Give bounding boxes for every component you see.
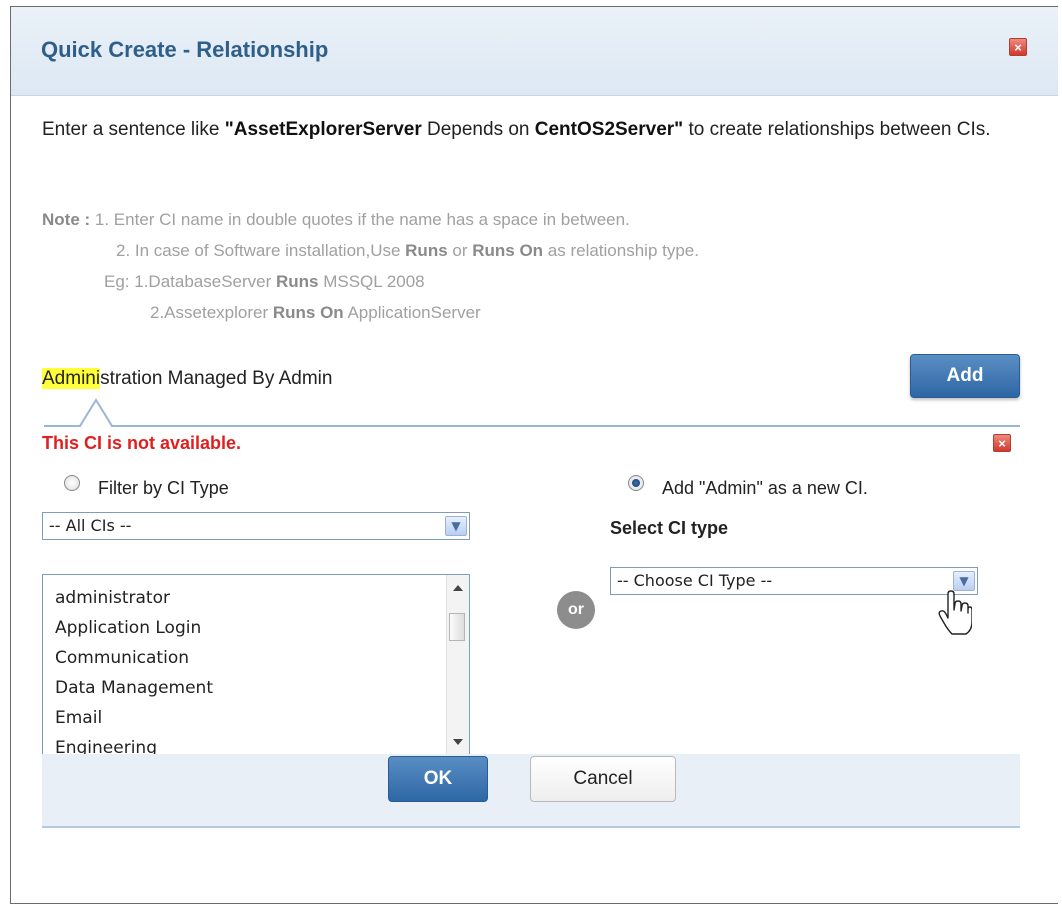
note-text: 2. In case of Software installation,Use [116, 241, 406, 260]
intro-bold-target: CentOS2Server" [534, 119, 684, 140]
dropdown-arrow-icon[interactable]: ▼ [953, 571, 975, 591]
cancel-button[interactable]: Cancel [530, 756, 676, 802]
ok-button[interactable]: OK [388, 756, 488, 802]
scroll-up-icon[interactable] [453, 585, 463, 591]
hand-cursor-icon [938, 590, 972, 635]
note-text: 2.Assetexplorer [150, 303, 273, 322]
dialog-title: Quick Create - Relationship [41, 37, 329, 62]
note-block: Note : 1. Enter CI name in double quotes… [42, 204, 699, 328]
intro-text: Enter a sentence like "AssetExplorerServ… [42, 114, 1002, 145]
error-message: This CI is not available. [42, 433, 242, 453]
select-value: -- All CIs -- [49, 516, 132, 535]
add-button[interactable]: Add [910, 354, 1020, 398]
note-keyword: Runs [275, 272, 319, 291]
add-new-ci-radio[interactable] [628, 475, 644, 491]
note-line-2: 2. In case of Software installation,Use … [42, 235, 699, 266]
intro-bold-source: "AssetExplorerServer [224, 119, 422, 140]
intro-part: Depends on [421, 119, 535, 140]
note-text: as relationship type. [543, 241, 699, 260]
ci-list: administrator Application Login Communicat… [55, 583, 213, 759]
all-cis-select[interactable]: -- All CIs -- ▼ [42, 512, 470, 540]
intro-part: Enter a sentence like [42, 119, 225, 140]
note-keyword: Runs On [272, 303, 344, 322]
note-line-3: Eg: 1.DatabaseServer Runs MSSQL 2008 [42, 266, 699, 297]
close-icon[interactable]: × [993, 434, 1011, 452]
sentence-rest: stration Managed By Admin [100, 368, 333, 389]
choose-ci-type-select[interactable]: -- Choose CI Type -- ▼ [610, 567, 978, 595]
add-new-ci-label: Add "Admin" as a new CI. [662, 478, 868, 498]
or-badge: or [557, 591, 595, 629]
intro-part: to create relationships between CIs. [683, 119, 991, 140]
note-keyword: Runs On [472, 241, 544, 260]
scroll-down-icon[interactable] [453, 739, 463, 745]
select-value: -- Choose CI Type -- [617, 571, 773, 590]
sentence-highlight: Admini [42, 368, 101, 389]
sentence-input[interactable]: Administration Managed By Admin [42, 368, 332, 390]
scroll-thumb[interactable] [449, 613, 465, 641]
dropdown-arrow-icon[interactable]: ▼ [445, 516, 467, 536]
list-item[interactable]: administrator [55, 583, 213, 613]
list-scrollbar[interactable] [446, 575, 469, 759]
list-item[interactable]: Data Management [55, 673, 213, 703]
note-text: or [447, 241, 473, 260]
close-icon[interactable]: × [1009, 38, 1027, 56]
note-keyword: Runs [405, 241, 448, 260]
note-line-4: 2.Assetexplorer Runs On ApplicationServe… [42, 297, 699, 328]
note-line-1: Note : 1. Enter CI name in double quotes… [42, 204, 699, 235]
filter-by-ci-type-label: Filter by CI Type [98, 478, 229, 498]
note-label: Note : [42, 210, 91, 229]
note-text: Eg: 1.DatabaseServer [104, 272, 276, 291]
list-item[interactable]: Application Login [55, 613, 213, 643]
note-text: MSSQL 2008 [318, 272, 425, 291]
list-item[interactable]: Communication [55, 643, 213, 673]
note-text: 1. Enter CI name in double quotes if the… [90, 210, 630, 229]
select-ci-type-label: Select CI type [610, 518, 729, 538]
list-item[interactable]: Email [55, 703, 213, 733]
note-text: ApplicationServer [343, 303, 481, 322]
dialog-titlebar: Quick Create - Relationship × [11, 7, 1058, 96]
ci-listbox[interactable]: administrator Application Login Communicat… [42, 574, 470, 760]
suggestion-pointer [44, 398, 1020, 427]
filter-by-ci-type-radio[interactable] [64, 475, 80, 491]
